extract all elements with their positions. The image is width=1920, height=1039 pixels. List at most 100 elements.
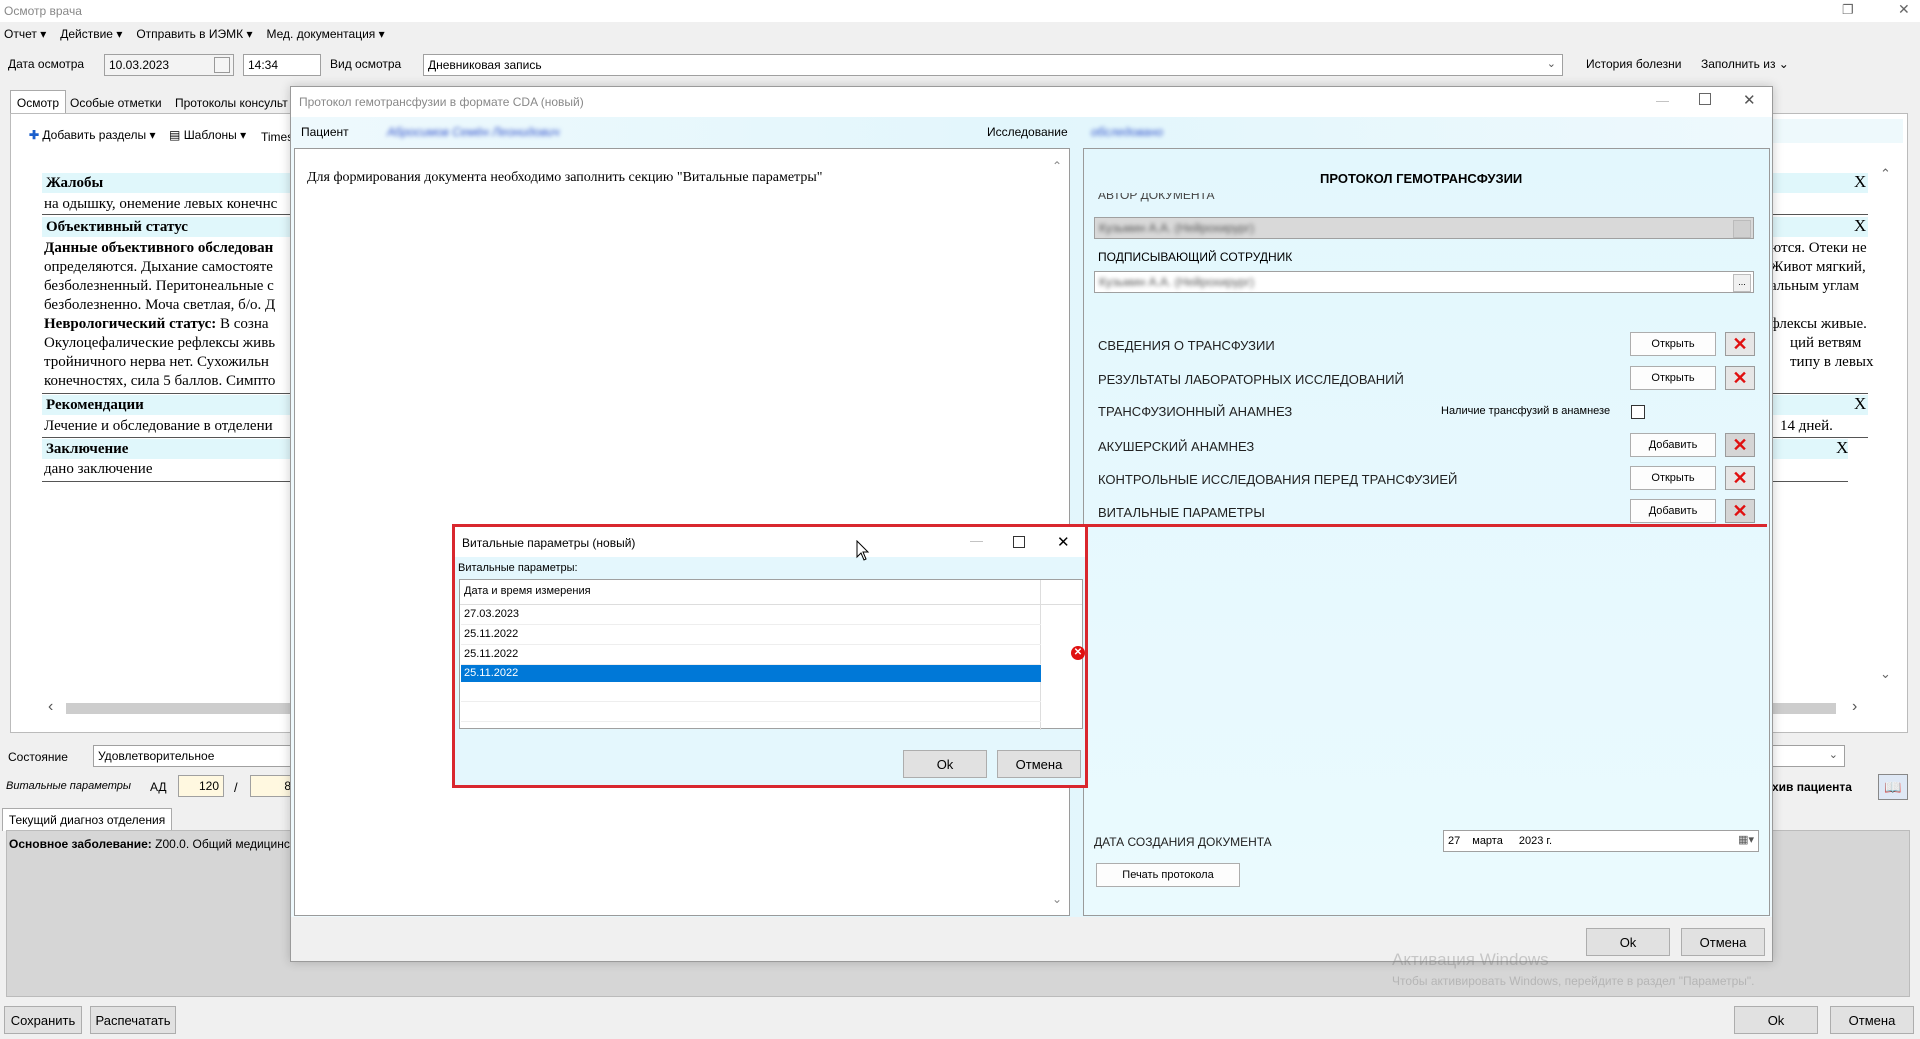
tab-special-marks[interactable]: Особые отметки bbox=[70, 96, 162, 110]
window-restore-icon[interactable]: ❐ bbox=[1842, 2, 1854, 18]
scroll-down-icon[interactable]: ⌄ bbox=[1052, 892, 1062, 906]
templates-button[interactable]: ▤ Шаблоны ▾ bbox=[169, 128, 246, 142]
vitals-maximize-icon[interactable] bbox=[1013, 536, 1025, 548]
scroll-left-icon[interactable]: ‹ bbox=[48, 698, 53, 716]
section-conclusion-title: Заключение bbox=[46, 440, 129, 457]
vitals-delete-icon[interactable]: ✕ bbox=[1725, 499, 1755, 523]
save-button[interactable]: Сохранить bbox=[4, 1006, 82, 1034]
scroll-down-icon[interactable]: ⌄ bbox=[1880, 666, 1891, 682]
calendar-icon[interactable] bbox=[214, 57, 230, 73]
menu-med-docs[interactable]: Мед. документация ▾ bbox=[266, 27, 384, 41]
conclusion-text[interactable]: дано заключение bbox=[44, 461, 152, 478]
history-link[interactable]: История болезни bbox=[1586, 57, 1681, 71]
patient-archive-link[interactable]: хив пациента bbox=[1772, 780, 1852, 794]
print-protocol-button[interactable]: Печать протокола bbox=[1096, 863, 1240, 887]
scroll-up-icon[interactable]: ⌃ bbox=[1880, 166, 1891, 182]
menu-med-label: Мед. документация bbox=[266, 27, 376, 41]
obstetric-add-label: Добавить bbox=[1648, 439, 1698, 451]
book-icon[interactable]: 📖 bbox=[1878, 774, 1908, 800]
study-label: Исследование bbox=[987, 125, 1068, 139]
obstetric-delete-icon[interactable]: ✕ bbox=[1725, 433, 1755, 457]
vitals-minimize-icon[interactable]: — bbox=[970, 533, 983, 548]
section-complaints-text[interactable]: на одышку, онемение левых конечнс bbox=[44, 196, 277, 213]
tab-consult-protocols[interactable]: Протоколы консульт bbox=[175, 96, 288, 110]
menu-action[interactable]: Действие ▾ bbox=[60, 27, 122, 41]
diagnosis-bold: Основное заболевание: bbox=[9, 837, 152, 851]
text-line-right: флексы живые. bbox=[1770, 316, 1867, 332]
font-select[interactable]: Times bbox=[261, 130, 293, 144]
control-studies-delete-icon[interactable]: ✕ bbox=[1725, 466, 1755, 490]
tab-current-diagnosis[interactable]: Текущий диагноз отделения bbox=[2, 808, 172, 831]
calendar-dropdown-icon[interactable]: ▦▾ bbox=[1738, 833, 1754, 846]
main-ok-button[interactable]: Ok bbox=[1734, 1006, 1818, 1034]
table-row-selected[interactable]: 25.11.2022 bbox=[461, 665, 1041, 682]
section-complaints-close-icon[interactable]: X bbox=[1854, 172, 1866, 192]
table-row[interactable]: 25.11.2022 bbox=[461, 645, 1041, 665]
vitals-ok-button[interactable]: Ok bbox=[903, 750, 987, 778]
obstetric-add-button[interactable]: Добавить bbox=[1630, 433, 1716, 457]
table-row[interactable]: 27.03.2023 bbox=[461, 605, 1041, 625]
ad-systolic-field[interactable]: 120 bbox=[178, 775, 224, 797]
cda-maximize-icon[interactable] bbox=[1699, 93, 1711, 105]
ad-systolic-value: 120 bbox=[198, 779, 219, 793]
author-field[interactable]: Кузьмин А.А. (Нейрохирург) bbox=[1094, 217, 1754, 239]
row-obstetric-label: АКУШЕРСКИЙ АНАМНЕЗ bbox=[1098, 439, 1255, 454]
add-sections-button[interactable]: ✚ Добавить разделы ▾ bbox=[29, 128, 156, 142]
print-button-label: Распечатать bbox=[95, 1012, 171, 1028]
transfusion-history-checkbox[interactable] bbox=[1631, 405, 1645, 419]
recommendations-text[interactable]: Лечение и обследование в отделени bbox=[44, 418, 273, 435]
main-cancel-label: Отмена bbox=[1848, 1012, 1896, 1028]
window-title: Осмотр врача bbox=[4, 4, 82, 18]
vitals-close-icon[interactable]: ✕ bbox=[1057, 533, 1070, 551]
cda-form-panel: ПРОТОКОЛ ГЕМОТРАНСФУЗИИ АВТОР ДОКУМЕНТА … bbox=[1083, 148, 1770, 916]
row-error-icon[interactable]: ✕ bbox=[1071, 646, 1085, 660]
add-sections-label: Добавить разделы bbox=[42, 128, 147, 142]
section-objective-close-icon[interactable]: X bbox=[1854, 216, 1866, 236]
row-lab-results-label: РЕЗУЛЬТАТЫ ЛАБОРАТОРНЫХ ИССЛЕДОВАНИЙ bbox=[1098, 372, 1404, 387]
watermark-line2: Чтобы активировать Windows, перейдите в … bbox=[1392, 974, 1755, 988]
time-field[interactable]: 14:34 bbox=[243, 54, 321, 76]
author-picker-icon[interactable] bbox=[1733, 220, 1751, 238]
diagnosis-text: Основное заболевание: Z00.0. Общий медиц… bbox=[9, 837, 295, 851]
menu-report[interactable]: Отчет ▾ bbox=[4, 27, 46, 41]
main-cancel-button[interactable]: Отмена bbox=[1830, 1006, 1914, 1034]
fill-from-button[interactable]: Заполнить из ⌄ bbox=[1701, 57, 1789, 71]
transfusion-open-button[interactable]: Открыть bbox=[1630, 332, 1716, 356]
patient-label: Пациент bbox=[301, 125, 349, 139]
vitals-cancel-button[interactable]: Отмена bbox=[997, 750, 1081, 778]
vitals-add-label: Добавить bbox=[1648, 505, 1698, 517]
table-row[interactable]: 25.11.2022 bbox=[461, 625, 1041, 645]
tab-osmotr-label: Осмотр bbox=[16, 96, 60, 110]
transfusion-delete-icon[interactable]: ✕ bbox=[1725, 332, 1755, 356]
patient-value: Абросимов Семён Леонидович bbox=[387, 125, 560, 139]
section-conclusion-close-icon[interactable]: X bbox=[1836, 438, 1848, 458]
vitals-column-header[interactable]: Дата и время измерения bbox=[464, 585, 591, 597]
editor-vertical-scrollbar[interactable]: ⌃ ⌄ bbox=[1878, 166, 1894, 686]
cda-ok-label: Ok bbox=[1619, 934, 1637, 950]
cda-minimize-icon[interactable]: — bbox=[1656, 93, 1669, 108]
windows-watermark: Активация Windows Чтобы активировать Win… bbox=[1392, 950, 1755, 988]
created-date-field[interactable]: 27 марта 2023 г. ▦▾ bbox=[1443, 830, 1759, 852]
lab-results-open-button[interactable]: Открыть bbox=[1630, 366, 1716, 390]
templates-label: Шаблоны bbox=[183, 128, 237, 142]
text-line: Окулоцефалические рефлексы живь bbox=[44, 335, 276, 351]
control-studies-open-button[interactable]: Открыть bbox=[1630, 466, 1716, 490]
text-line: безболезненно. Моча светлая, б/о. Д bbox=[44, 297, 276, 313]
plus-icon: ✚ bbox=[29, 128, 40, 142]
window-close-icon[interactable]: ✕ bbox=[1898, 1, 1910, 18]
scroll-right-icon[interactable]: › bbox=[1852, 698, 1857, 716]
vitals-add-button[interactable]: Добавить bbox=[1630, 499, 1716, 523]
signer-picker-button[interactable]: ... bbox=[1733, 274, 1751, 292]
print-button[interactable]: Распечатать bbox=[90, 1006, 176, 1034]
template-icon: ▤ bbox=[169, 128, 181, 142]
cda-close-icon[interactable]: ✕ bbox=[1743, 91, 1756, 109]
lab-results-delete-icon[interactable]: ✕ bbox=[1725, 366, 1755, 390]
exam-type-select[interactable]: Дневниковая запись ⌄ bbox=[423, 54, 1563, 76]
signer-field[interactable]: Кузьмин А.А. (Нейрохирург) ... bbox=[1094, 271, 1754, 293]
lab-results-open-label: Открыть bbox=[1651, 372, 1695, 384]
section-recommendations-close-icon[interactable]: X bbox=[1854, 394, 1866, 414]
tab-osmotr[interactable]: Осмотр bbox=[10, 90, 66, 115]
protocol-title: ПРОТОКОЛ ГЕМОТРАНСФУЗИИ bbox=[1320, 171, 1523, 186]
menu-send-iemk[interactable]: Отправить в ИЭМК ▾ bbox=[136, 27, 252, 41]
scroll-up-icon[interactable]: ⌃ bbox=[1052, 159, 1062, 173]
